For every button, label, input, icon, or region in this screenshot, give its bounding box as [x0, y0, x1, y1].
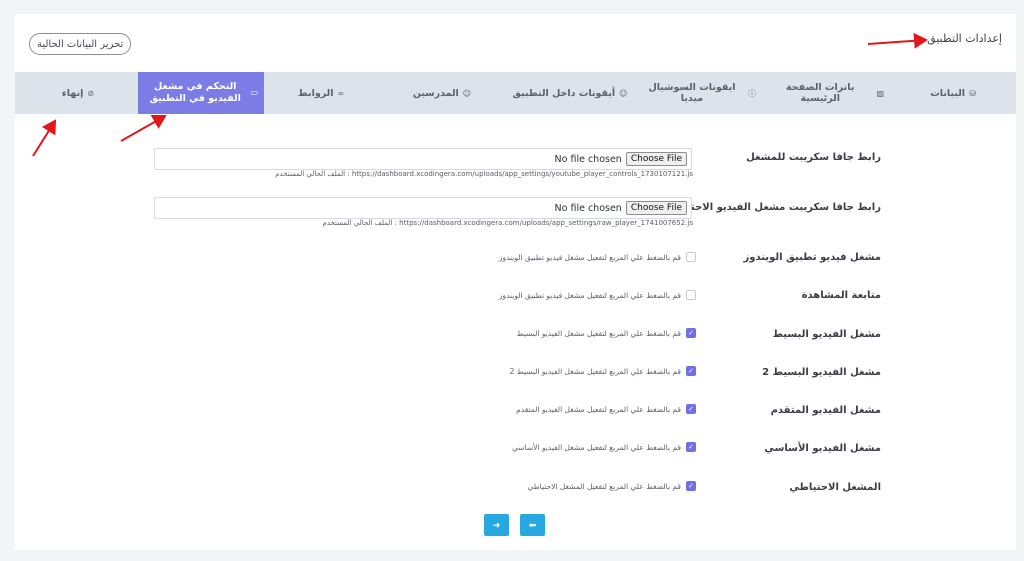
image-icon: ▨	[876, 88, 884, 98]
toggle-simple-player[interactable]: ✓ قم بالضغط علي المربع لتفعيل مشغل الفيد…	[517, 328, 696, 338]
link-icon: ∞	[337, 88, 345, 98]
video-icon: ▭	[250, 88, 258, 97]
toggle-hint: قم بالضغط علي المربع لتفعيل مشغل فيديو ت…	[498, 252, 681, 262]
settings-tabs: ⛁ البيانات ▨ بانرات الصفحة الرئيسية ⓘ اي…	[15, 72, 1016, 114]
choose-file-button[interactable]: Choose File	[625, 152, 687, 166]
checkbox-checked-icon[interactable]: ✓	[686, 481, 696, 491]
tab-links[interactable]: ∞ الروابط	[264, 72, 378, 114]
current-file-note: الملف الحالي المستخدم : https://dashboar…	[275, 170, 693, 178]
toggle-simple-player-2[interactable]: ✓ قم بالضغط علي المربع لتفعيل مشغل الفيد…	[510, 366, 696, 376]
file-label-player-js: رابط جافا سكريبت للمشغل	[746, 152, 881, 163]
file-input-player-js[interactable]: No file chosen Choose File	[154, 148, 692, 170]
check-circle-icon: ⊘	[87, 88, 95, 98]
file-input-backup-player-js[interactable]: No file chosen Choose File	[154, 197, 692, 219]
tab-video-player-control[interactable]: ▭ التحكم في مشغل الفيديو في التطبيق	[138, 72, 264, 114]
toggle-label-simple-player-2: مشغل الفيديو البسيط 2	[762, 367, 881, 378]
checkbox[interactable]	[686, 290, 696, 300]
toggle-hint: قم بالضغط علي المربع لتفعيل مشغل الفيديو…	[509, 366, 681, 376]
choose-file-button[interactable]: Choose File	[625, 201, 687, 215]
current-file-note: الملف الحالي المستخدم : https://dashboar…	[322, 219, 693, 227]
toggle-hint: قم بالضغط علي المربع لتفعيل مشغل الفيديو…	[516, 404, 681, 414]
toggle-label-backup-player: المشغل الاحتياطي	[789, 482, 881, 493]
toggle-hint: قم بالضغط علي المربع لتفعيل المشغل الاحت…	[527, 481, 681, 491]
file-status: No file chosen	[554, 153, 622, 165]
settings-card: إعدادات التطبيق تحرير البيانات الحالية ⛁…	[15, 14, 1016, 550]
tab-label: التحكم في مشغل الفيديو في التطبيق	[149, 81, 241, 104]
edit-current-data-button[interactable]: تحرير البيانات الحالية	[29, 33, 132, 55]
checkbox-checked-icon[interactable]: ✓	[686, 366, 696, 376]
tab-label: إنهاء	[61, 87, 84, 99]
checkbox-checked-icon[interactable]: ✓	[686, 404, 696, 414]
tab-label: ايقونات السوشيال ميديا	[648, 82, 736, 104]
toggle-label-advanced-player: مشغل الفيديو المتقدم	[770, 405, 881, 416]
next-button[interactable]: ➜	[484, 514, 509, 536]
toggle-advanced-player[interactable]: ✓ قم بالضغط علي المربع لتفعيل مشغل الفيد…	[516, 404, 696, 414]
checkbox[interactable]	[686, 252, 696, 262]
file-status: No file chosen	[554, 202, 622, 214]
toggle-label-continue-watching: متابعة المشاهدة	[801, 290, 881, 301]
toggle-backup-player[interactable]: ✓ قم بالضغط علي المربع لتفعيل المشغل الا…	[527, 481, 696, 491]
user-icon: ☺	[462, 88, 472, 98]
toggle-hint: قم بالضغط علي المربع لتفعيل مشغل فيديو ت…	[498, 290, 681, 300]
database-icon: ⛁	[969, 88, 976, 98]
toggle-basic-player[interactable]: ✓ قم بالضغط علي المربع لتفعيل مشغل الفيد…	[512, 442, 696, 452]
file-label-backup-player-js: رابط جافا سكريبت مشغل الفيديو الاحتياطي	[663, 202, 881, 213]
tab-home-banners[interactable]: ▨ بانرات الصفحة الرئيسية	[762, 72, 890, 114]
tab-teachers[interactable]: ☺ المدرسين	[378, 72, 506, 114]
page-title: إعدادات التطبيق	[927, 32, 1002, 45]
user-icon: ☺	[619, 88, 628, 98]
tab-label: المدرسين	[412, 87, 459, 99]
arrow-right-icon: ➜	[492, 519, 501, 530]
toggle-windows-player[interactable]: قم بالضغط علي المربع لتفعيل مشغل فيديو ت…	[499, 252, 696, 262]
toggle-label-basic-player: مشغل الفيديو الأساسي	[764, 443, 881, 454]
info-icon: ⓘ	[748, 88, 756, 98]
toggle-hint: قم بالضغط علي المربع لتفعيل مشغل الفيديو…	[512, 442, 681, 452]
checkbox-checked-icon[interactable]: ✓	[686, 328, 696, 338]
toggle-label-windows-player: مشغل فيديو تطبيق الويندوز	[743, 252, 881, 263]
previous-button[interactable]: ⬅	[520, 514, 545, 536]
tab-social-icons[interactable]: ⓘ ايقونات السوشيال ميديا	[634, 72, 762, 114]
tab-data[interactable]: ⛁ البيانات	[890, 72, 1016, 114]
tab-label: بانرات الصفحة الرئيسية	[786, 82, 855, 104]
toggle-hint: قم بالضغط علي المربع لتفعيل مشغل الفيديو…	[516, 328, 681, 338]
tab-label: أيقونات داخل التطبيق	[512, 87, 616, 99]
tab-label: الروابط	[297, 87, 334, 99]
toggle-label-simple-player: مشغل الفيديو البسيط	[772, 329, 881, 340]
arrow-left-icon: ⬅	[528, 519, 537, 530]
tab-app-icons[interactable]: ☺ أيقونات داخل التطبيق	[506, 72, 634, 114]
toggle-continue-watching[interactable]: قم بالضغط علي المربع لتفعيل مشغل فيديو ت…	[499, 290, 696, 300]
checkbox-checked-icon[interactable]: ✓	[686, 442, 696, 452]
tab-label: البيانات	[930, 87, 966, 99]
tab-finish[interactable]: ⊘ إنهاء	[18, 72, 138, 114]
